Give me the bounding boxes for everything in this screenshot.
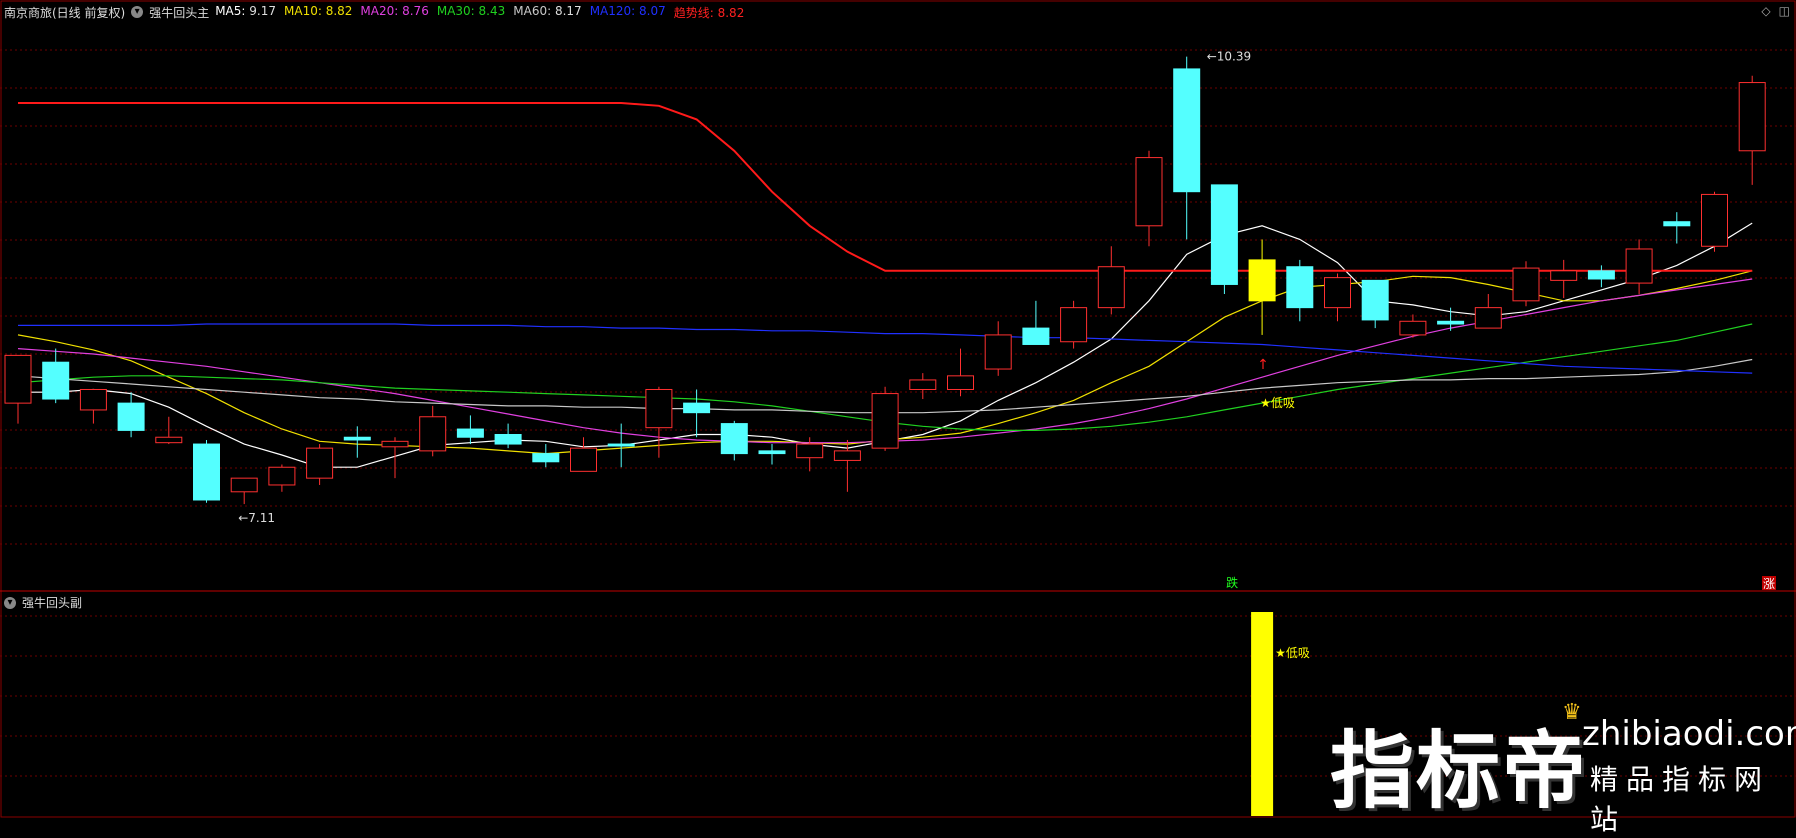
- watermark-brand: 指标帝: [1330, 722, 1589, 820]
- ma-legend-value: 8.76: [398, 3, 429, 18]
- rise-marker: 涨: [1763, 576, 1775, 591]
- candle-body: [1587, 270, 1615, 280]
- chart-canvas: ←10.39←7.11↑★低吸跌 涨★低吸: [0, 0, 1796, 818]
- candle-body: [947, 375, 974, 390]
- watermark: ♛ 指标帝 zhibiaodi.com 精品指标网站: [1330, 700, 1796, 836]
- candle-body: [758, 450, 786, 455]
- candle-body: [381, 440, 409, 448]
- candle-body: [909, 379, 937, 390]
- candle-body: [1701, 193, 1728, 247]
- candle-body: [1324, 277, 1351, 309]
- ma-legend-item: MA10: 8.82: [284, 4, 352, 21]
- candle-body: [117, 402, 145, 431]
- candle-body: [1173, 68, 1201, 193]
- candle-body: [871, 393, 899, 449]
- sub-indicator-name[interactable]: 强牛回头副: [22, 594, 82, 611]
- up-arrow-icon: ↑: [1257, 357, 1269, 373]
- candle-body: [456, 428, 484, 438]
- ma-legend-label: MA5:: [215, 3, 246, 18]
- ma-legend-label: 趋势线:: [673, 5, 714, 20]
- ma-legend-item: MA5: 9.17: [215, 4, 276, 21]
- ma-legend-value: 8.17: [551, 3, 582, 18]
- candle-body: [230, 477, 258, 493]
- chevron-down-icon[interactable]: ▾: [131, 6, 144, 18]
- indicator-name[interactable]: 强牛回头主: [149, 4, 209, 21]
- candle-body: [645, 388, 673, 429]
- watermark-tagline: 精品指标网站: [1590, 763, 1771, 836]
- candle-body: [419, 416, 447, 452]
- candle-body: [79, 388, 107, 411]
- signal-label: ★低吸: [1260, 396, 1295, 410]
- chart-stage: ←10.39 ←7.11 ↑ ★低吸跌涨 ★低吸: [0, 0, 1796, 818]
- candle-body: [306, 447, 334, 479]
- ma-legend-value: 9.17: [245, 3, 276, 18]
- candle-body: [494, 434, 522, 445]
- high-price-label: ←10.39: [1207, 50, 1251, 64]
- window-controls: ◇ ◫: [1761, 4, 1790, 18]
- candle-body: [1210, 184, 1238, 285]
- candle-body: [1060, 307, 1088, 343]
- candle-body: [1097, 266, 1125, 309]
- ma-legend-value: 8.43: [474, 3, 506, 18]
- candle-body: [570, 447, 597, 472]
- candle-body: [720, 423, 748, 455]
- sub-signal-label: ★低吸: [1275, 646, 1310, 660]
- low-price-label: ←7.11: [238, 511, 275, 525]
- ma-legend-label: MA60:: [513, 3, 552, 18]
- candle-body: [1399, 320, 1427, 336]
- series-line-MA120: [18, 323, 1753, 374]
- candle-body: [4, 354, 32, 404]
- candle-body: [193, 443, 220, 501]
- series-line-趋势线: [18, 102, 1753, 272]
- ma-legend-item: MA20: 8.76: [360, 4, 428, 21]
- candle-body: [1135, 157, 1163, 227]
- candle-body: [607, 443, 635, 447]
- candle-body: [155, 436, 183, 444]
- candle-body: [1022, 327, 1050, 345]
- candle-body: [268, 466, 296, 486]
- ma-legend-label: MA20:: [360, 3, 399, 18]
- panel-toggle-icon[interactable]: ◫: [1779, 4, 1790, 18]
- signal-bar: [1251, 612, 1274, 816]
- ma-legend-value: 8.82: [321, 3, 353, 18]
- candle-body: [1474, 307, 1502, 329]
- candle-body: [796, 443, 824, 459]
- candle-body: [343, 436, 371, 441]
- ma-legend-label: MA120:: [589, 3, 636, 18]
- candle-body: [1512, 267, 1540, 302]
- chevron-down-icon[interactable]: ▾: [4, 596, 16, 609]
- watermark-site: zhibiaodi.com: [1582, 714, 1796, 754]
- candle-body: [1286, 266, 1314, 309]
- sub-panel-header: ▾ 强牛回头副: [4, 594, 82, 611]
- candle-body: [1361, 279, 1389, 321]
- stock-name[interactable]: 南京商旅(日线 前复权): [4, 4, 125, 21]
- candle-body: [42, 361, 70, 400]
- ma-legend-value: 8.07: [635, 3, 666, 18]
- candle-body: [833, 450, 861, 461]
- candle-body: [1738, 82, 1766, 152]
- main-panel-header: 南京商旅(日线 前复权) ▾ 强牛回头主 MA5: 9.17 MA10: 8.82…: [4, 3, 744, 21]
- candle-body: [683, 402, 711, 414]
- ma-legend: MA5: 9.17 MA10: 8.82 MA20: 8.76 MA30: 8.43 M…: [215, 4, 744, 21]
- candle-body: [1437, 320, 1465, 325]
- ma-legend-item: MA120: 8.07: [590, 4, 666, 21]
- candle-body: [1550, 270, 1578, 281]
- ma-legend-value: 8.82: [713, 5, 745, 20]
- ma-legend-item: MA60: 8.17: [513, 4, 581, 21]
- diamond-icon[interactable]: ◇: [1761, 4, 1770, 18]
- ma-legend-label: MA10:: [284, 3, 322, 18]
- ma-legend-item: MA30: 8.43: [437, 4, 505, 21]
- candle-body: [984, 334, 1012, 370]
- candle-body: [532, 453, 560, 463]
- candle-body: [1663, 221, 1691, 227]
- fall-marker: 跌: [1226, 575, 1238, 590]
- ma-legend-label: MA30:: [436, 3, 475, 18]
- candle-body: [1625, 248, 1653, 284]
- candle-body: [1248, 259, 1276, 302]
- ma-legend-item: 趋势线: 8.82: [674, 4, 745, 21]
